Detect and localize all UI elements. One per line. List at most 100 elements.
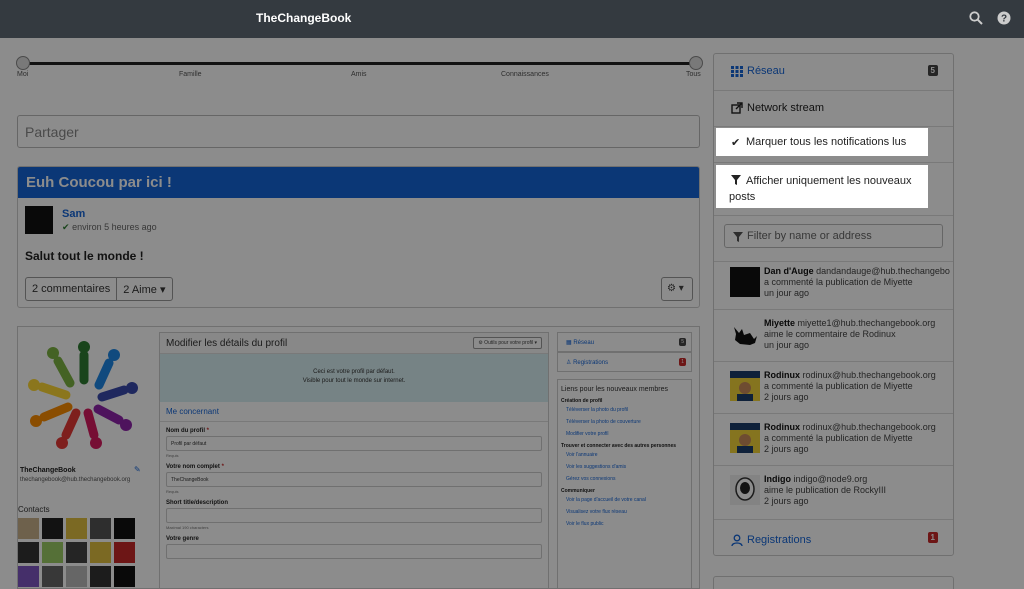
notification-action: a commenté la publication de Miyette — [764, 433, 913, 443]
links-item[interactable]: Téléverser la photo du profil — [566, 407, 688, 413]
section-me-concernant[interactable]: Me concernant — [160, 402, 548, 422]
field-label: Short title/description — [166, 500, 229, 506]
embedded-reseau-label: Réseau — [573, 340, 595, 346]
links-title: Liens pour les nouveaux membres — [561, 386, 669, 393]
embedded-side-menu: ▦ Réseau 5 ♙ Registrations 1 — [557, 332, 692, 372]
notification-text: Rodinux rodinux@hub.thechangebook.org a … — [764, 370, 950, 403]
notification-item[interactable]: Rodinux rodinux@hub.thechangebook.org a … — [714, 362, 953, 414]
post-title: Euh Coucou par ici ! — [18, 167, 699, 198]
embedded-registrations-badge: 1 — [679, 358, 686, 366]
sidebar-item-network-stream[interactable]: Network stream — [714, 91, 953, 127]
notification-text: Dan d'Auge dandandauge@hub.thechangebook… — [764, 266, 950, 299]
notification-action: a commenté la publication de Miyette — [764, 277, 913, 287]
notification-name: Miyette — [764, 318, 796, 328]
notification-text: Indigo indigo@node9.org aime le publicat… — [764, 474, 950, 507]
links-item[interactable]: Voir le flux public — [566, 521, 688, 527]
notification-time: 2 jours ago — [764, 444, 809, 454]
user-icon — [731, 534, 743, 546]
sidebar-item-reseau[interactable]: Réseau 5 — [714, 54, 953, 91]
notification-address: rodinux@hub.thechangebook.org — [802, 370, 936, 380]
notification-time: un jour ago — [764, 288, 810, 298]
gear-menu-button[interactable]: ⚙ ▾ — [661, 277, 693, 301]
contact-avatar[interactable] — [18, 518, 39, 539]
reseau-badge: 5 — [927, 65, 938, 76]
contact-avatar[interactable] — [66, 566, 87, 587]
filter-input[interactable]: Filter by name or address — [724, 224, 943, 248]
notification-time: un jour ago — [764, 340, 810, 350]
notification-item[interactable]: Indigo indigo@node9.org aime le publicat… — [714, 466, 953, 520]
grid-icon — [731, 66, 743, 77]
links-item[interactable]: Voir la page d'accueil de votre canal — [566, 497, 688, 503]
author-avatar[interactable] — [25, 206, 53, 234]
contact-avatar[interactable] — [18, 542, 39, 563]
notification-item[interactable]: Rodinux rodinux@hub.thechangebook.org a … — [714, 414, 953, 466]
slider-label-moi: Moi — [17, 71, 29, 78]
brand-title[interactable]: TheChangeBook — [256, 11, 351, 25]
contact-avatar[interactable] — [42, 542, 63, 563]
svg-text:?: ? — [1001, 14, 1007, 25]
field-label: Votre genre — [166, 536, 199, 542]
links-item[interactable]: Téléverser la photo de couverture — [566, 419, 688, 425]
sidebar-item-registrations[interactable]: Registrations 1 — [714, 522, 953, 556]
show-only-new-button[interactable]: Afficher uniquement les nouveaux posts — [716, 165, 928, 208]
user-icon: ♙ — [566, 360, 572, 366]
contact-avatar[interactable] — [66, 542, 87, 563]
filter-icon — [733, 232, 743, 242]
info-line: Ceci est votre profil par défaut. — [313, 369, 395, 375]
notification-item[interactable]: Miyette miyette1@hub.thechangebook.org a… — [714, 310, 953, 362]
profile-name-input[interactable]: Profil par défaut — [166, 436, 542, 451]
notification-address: rodinux@hub.thechangebook.org — [802, 422, 936, 432]
links-item[interactable]: Modifier votre profil — [566, 431, 688, 437]
info-line: Visible pour tout le monde sur internet. — [302, 378, 406, 384]
links-item[interactable]: Voir l'annuaire — [566, 452, 688, 458]
audience-slider-track[interactable] — [22, 62, 696, 65]
notification-action: aime le publication de RockyIII — [764, 485, 887, 495]
notification-action: a commenté la publication de Miyette — [764, 381, 913, 391]
links-item[interactable]: Visualisez votre flux réseau — [566, 509, 688, 515]
contact-avatar[interactable] — [90, 518, 111, 539]
contact-avatar[interactable] — [18, 566, 39, 587]
gender-select[interactable] — [166, 544, 542, 559]
notification-address: miyette1@hub.thechangebook.org — [797, 318, 936, 328]
contact-avatar[interactable] — [90, 566, 111, 587]
contact-avatar[interactable] — [114, 518, 135, 539]
contact-avatar[interactable] — [42, 566, 63, 587]
embedded-reseau-item[interactable]: ▦ Réseau 5 — [557, 332, 692, 352]
notification-text: Miyette miyette1@hub.thechangebook.org a… — [764, 318, 950, 351]
profile-name: TheChangeBook — [20, 467, 76, 474]
slider-knob-right[interactable] — [689, 56, 703, 70]
share-input[interactable]: Partager — [17, 115, 700, 148]
likes-button[interactable]: 2 Aime ▾ — [116, 278, 171, 300]
embedded-registrations-item[interactable]: ♙ Registrations 1 — [557, 352, 692, 372]
top-navbar: TheChangeBook ? — [0, 0, 1024, 38]
contact-avatar[interactable] — [66, 518, 87, 539]
post-author[interactable]: Sam — [62, 208, 85, 220]
comments-button[interactable]: 2 commentaires — [26, 278, 116, 300]
contact-avatar[interactable] — [90, 542, 111, 563]
edit-pencil-icon[interactable]: ✎ — [134, 465, 141, 474]
help-icon[interactable]: ? — [997, 11, 1011, 25]
links-heading: Trouver et connecter avec des autres per… — [561, 443, 677, 449]
mark-all-read-button[interactable]: ✔ Marquer tous les notifications lus — [716, 128, 928, 156]
filter-placeholder: Filter by name or address — [747, 230, 872, 242]
notification-name: Rodinux — [764, 422, 800, 432]
mark-all-read-label: Marquer tous les notifications lus — [746, 136, 907, 148]
notification-time: 2 jours ago — [764, 392, 809, 402]
sidebar-next-panel — [713, 576, 954, 589]
notification-item[interactable]: Dan d'Auge dandandauge@hub.thechangebook… — [714, 258, 953, 310]
contact-avatar[interactable] — [114, 566, 135, 587]
notification-address: indigo@node9.org — [793, 474, 868, 484]
profile-tools-button[interactable]: ⚙ Outils pour votre profil ▾ — [473, 337, 542, 349]
post-time-text: environ 5 heures ago — [72, 222, 157, 232]
contact-avatar[interactable] — [42, 518, 63, 539]
links-item[interactable]: Voir les suggestions d'amis — [566, 464, 688, 470]
full-name-input[interactable]: TheChangeBook — [166, 472, 542, 487]
field-label-text: Nom du profil — [166, 428, 205, 434]
embedded-reseau-badge: 5 — [679, 338, 686, 346]
links-item[interactable]: Gérez vos connexions — [566, 476, 688, 482]
short-title-input[interactable] — [166, 508, 542, 523]
search-icon[interactable] — [969, 11, 983, 25]
notification-avatar — [730, 423, 760, 453]
slider-knob-left[interactable] — [16, 56, 30, 70]
contact-avatar[interactable] — [114, 542, 135, 563]
